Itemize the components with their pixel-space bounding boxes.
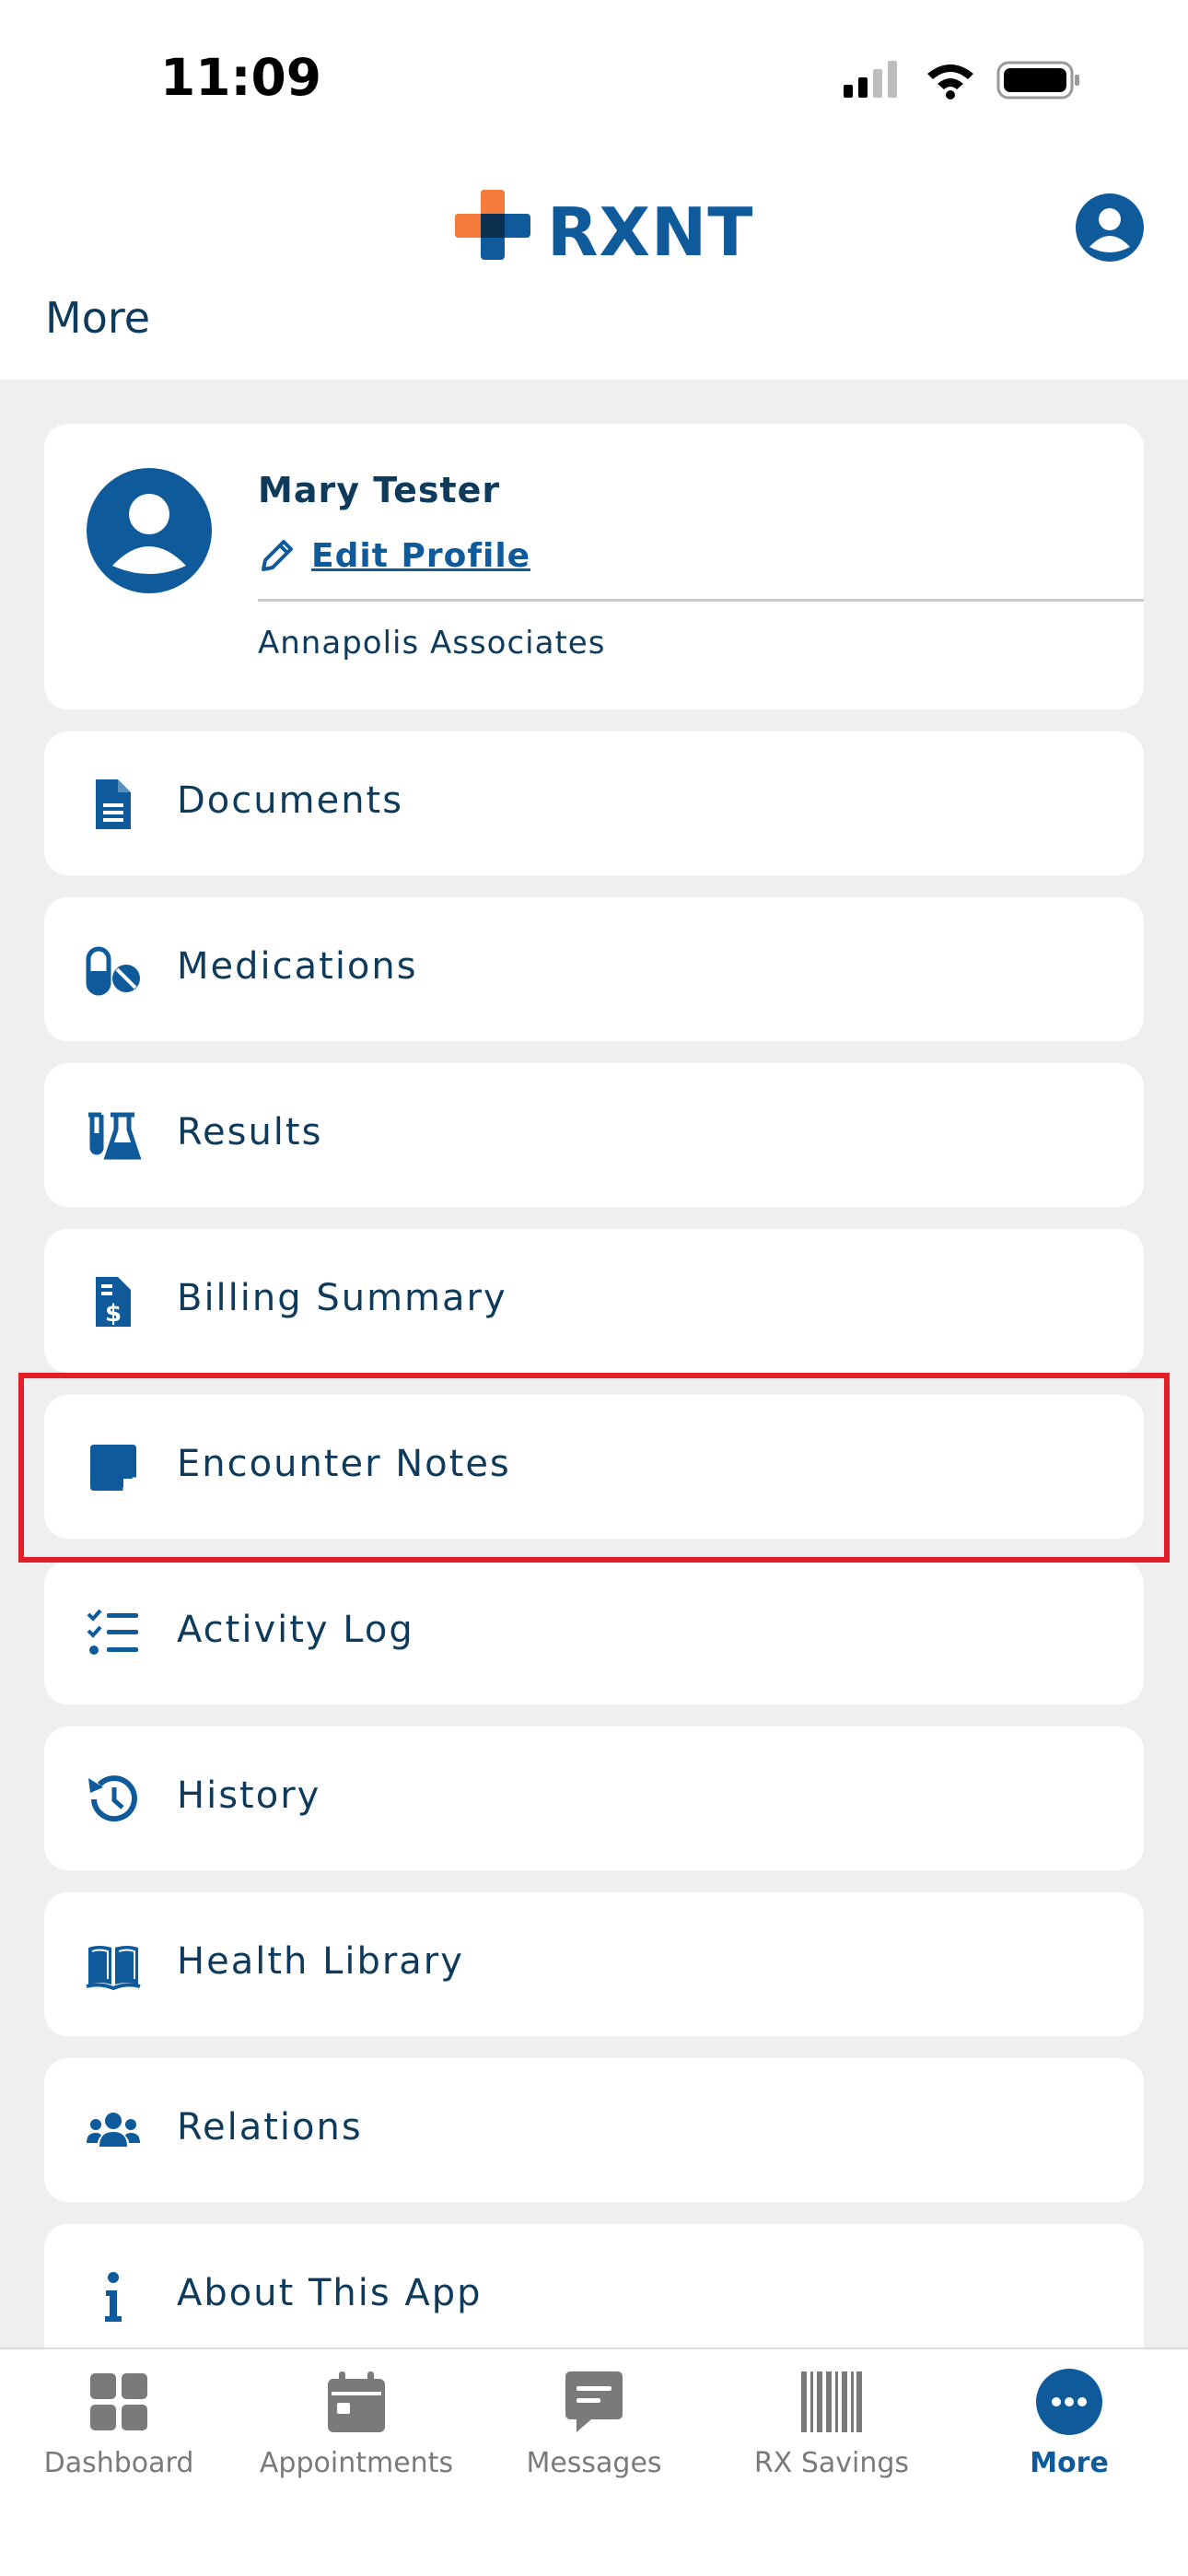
tab-label: More: [1030, 2447, 1109, 2479]
status-time: 11:09: [160, 48, 322, 107]
profile-name: Mary Tester: [258, 470, 501, 510]
divider: [258, 599, 1144, 602]
checklist-icon: [87, 1609, 138, 1655]
tab-label: Dashboard: [43, 2447, 194, 2479]
menu-item-about-this-app[interactable]: About This App: [44, 2224, 1144, 2368]
menu-item-label: About This App: [177, 2272, 483, 2314]
account-avatar-icon[interactable]: [1076, 193, 1144, 262]
tab-bar: Dashboard Appointments Messages RX Savin…: [0, 2348, 1188, 2576]
menu-item-relations[interactable]: Relations: [44, 2058, 1144, 2202]
status-icons: [844, 61, 1079, 100]
menu-item-label: Health Library: [177, 1940, 464, 1983]
menu-item-documents[interactable]: Documents: [44, 732, 1144, 875]
tab-label: Appointments: [259, 2447, 454, 2479]
pencil-icon: [262, 540, 293, 571]
calendar-icon: [328, 2371, 385, 2432]
tab-more[interactable]: More: [950, 2368, 1188, 2552]
book-icon: [86, 1946, 141, 1991]
logo-cross-icon: [455, 190, 530, 260]
sticky-note-icon: [90, 1445, 136, 1491]
menu-item-label: Billing Summary: [177, 1277, 507, 1319]
menu-item-label: Documents: [177, 779, 404, 822]
barcode-icon: [801, 2371, 862, 2432]
tab-label: RX Savings: [753, 2447, 910, 2479]
edit-profile-label[interactable]: Edit Profile: [311, 537, 530, 575]
document-icon: [96, 779, 131, 829]
more-dots-icon: [1036, 2369, 1102, 2435]
rxnt-logo: RXNT: [453, 188, 752, 271]
tab-dashboard[interactable]: Dashboard: [0, 2368, 238, 2552]
pills-icon: [86, 946, 140, 996]
tab-rx-savings[interactable]: RX Savings: [713, 2368, 950, 2552]
page-title: More: [45, 293, 151, 343]
svg-text:$: $: [105, 1300, 122, 1328]
menu-item-medications[interactable]: Medications: [44, 897, 1144, 1041]
history-icon: [88, 1775, 137, 1822]
menu-item-label: Results: [177, 1111, 323, 1153]
message-icon: [565, 2371, 623, 2432]
info-icon: [105, 2272, 122, 2322]
profile-avatar-icon: [87, 468, 212, 593]
menu-item-health-library[interactable]: Health Library: [44, 1892, 1144, 2036]
menu-item-label: History: [177, 1774, 321, 1817]
tab-appointments[interactable]: Appointments: [238, 2368, 475, 2552]
tab-label: Messages: [526, 2447, 662, 2479]
header: 11:09 RXNT More: [0, 0, 1188, 380]
invoice-dollar-icon: $: [96, 1277, 131, 1328]
menu-item-label: Medications: [177, 945, 418, 988]
organization-name: Annapolis Associates: [258, 625, 606, 662]
menu-item-label: Relations: [177, 2106, 363, 2149]
tab-messages[interactable]: Messages: [475, 2368, 713, 2552]
menu-item-billing-summary[interactable]: $ Billing Summary: [44, 1229, 1144, 1373]
menu-item-encounter-notes[interactable]: Encounter Notes: [44, 1395, 1144, 1539]
users-icon: [87, 2113, 140, 2147]
menu-item-activity-log[interactable]: Activity Log: [44, 1561, 1144, 1704]
menu-item-results[interactable]: Results: [44, 1063, 1144, 1207]
profile-card: Mary Tester Edit Profile Annapolis Assoc…: [44, 424, 1144, 709]
menu-item-label: Activity Log: [177, 1609, 414, 1651]
grid-icon: [90, 2373, 147, 2430]
edit-profile-link[interactable]: Edit Profile: [256, 533, 530, 579]
logo-text: RXNT: [547, 193, 754, 271]
flask-icon: [88, 1112, 142, 1160]
menu-item-label: Encounter Notes: [177, 1443, 511, 1485]
menu-item-history[interactable]: History: [44, 1727, 1144, 1870]
